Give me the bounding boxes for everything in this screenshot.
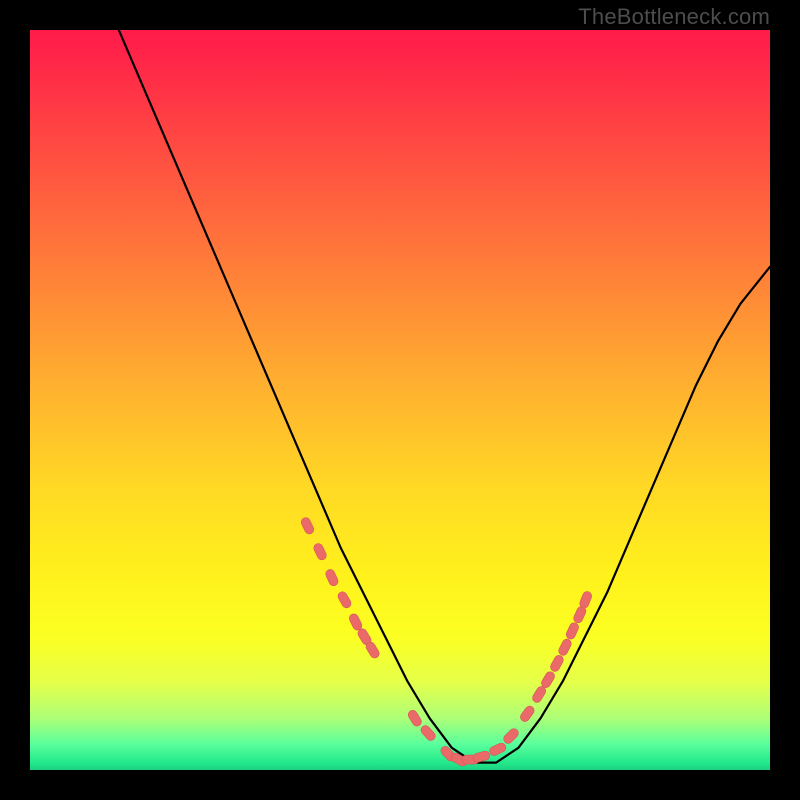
marker-point xyxy=(300,516,316,535)
marker-point xyxy=(406,709,423,728)
marker-point xyxy=(578,590,593,609)
marker-point xyxy=(488,742,507,757)
chart-frame: TheBottleneck.com xyxy=(0,0,800,800)
plot-area xyxy=(30,30,770,770)
marker-point xyxy=(472,750,491,763)
curve-line xyxy=(119,30,770,763)
marker-point xyxy=(565,621,580,640)
marker-point xyxy=(557,638,573,657)
marker-point xyxy=(312,542,328,561)
watermark-text: TheBottleneck.com xyxy=(578,4,770,30)
marker-point xyxy=(502,727,520,745)
marker-point xyxy=(348,612,364,631)
marker-point xyxy=(336,590,352,609)
marker-point xyxy=(519,704,536,723)
bottleneck-chart xyxy=(30,30,770,770)
marker-point xyxy=(324,568,339,587)
marker-point xyxy=(419,724,437,743)
marker-point xyxy=(549,654,565,673)
